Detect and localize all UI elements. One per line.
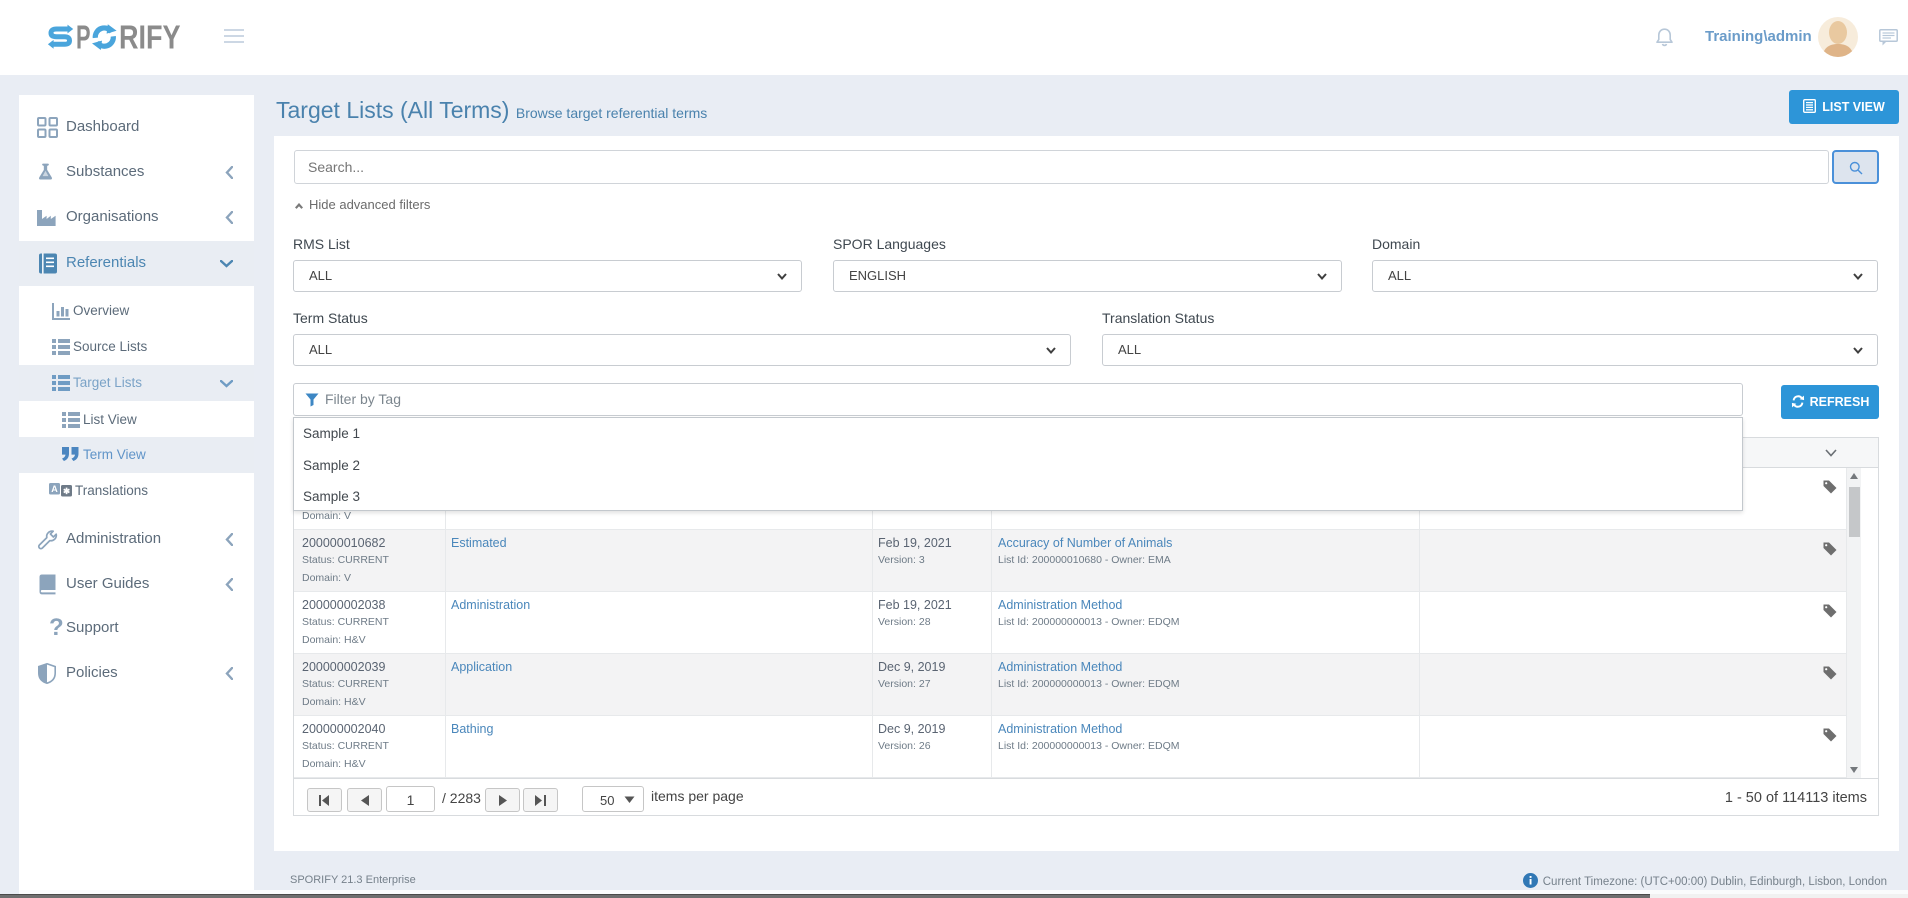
svg-text:P: P bbox=[76, 22, 91, 52]
svg-text:RIFY: RIFY bbox=[119, 22, 181, 52]
svg-text:A: A bbox=[51, 484, 58, 494]
svg-text:✱: ✱ bbox=[63, 486, 71, 496]
